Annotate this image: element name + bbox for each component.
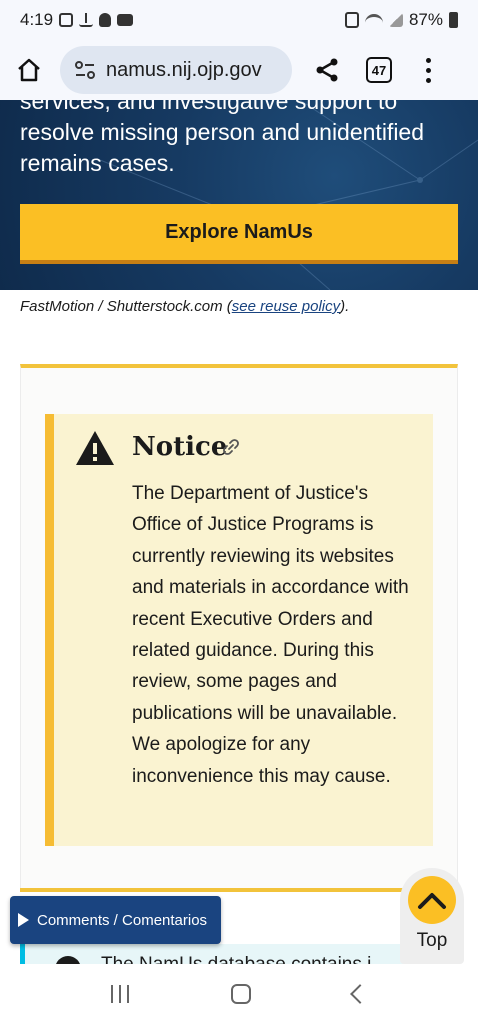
hero-text: services, and investigative support to r… xyxy=(20,100,425,176)
youtube-icon xyxy=(117,14,134,26)
image-credit: FastMotion / Shutterstock.com (see reuse… xyxy=(20,298,349,315)
battery-percent: 87% xyxy=(408,10,443,29)
url-text: namus.nij.ojp.gov xyxy=(106,58,262,81)
recents-line xyxy=(111,985,113,1003)
recents-line xyxy=(127,985,129,1003)
info-text: The NamUs database contains i xyxy=(101,954,401,964)
system-nav-bar xyxy=(0,964,478,1024)
wifi-icon xyxy=(364,14,383,26)
comments-button[interactable]: Comments / Comentarios xyxy=(10,896,221,944)
nfc-icon xyxy=(344,12,359,28)
explore-namus-button[interactable]: Explore NamUs xyxy=(20,204,458,264)
recents-button[interactable] xyxy=(111,985,129,1003)
battery-icon xyxy=(449,12,458,28)
top-circle xyxy=(408,876,456,924)
share-icon xyxy=(316,58,338,82)
comments-label: Comments / Comentarios xyxy=(37,911,208,929)
chevron-up-icon xyxy=(418,893,446,909)
notice-body: The Department of Justice's Office of Ju… xyxy=(132,483,409,787)
back-to-top-button[interactable]: Top xyxy=(400,868,464,964)
credit-suffix: ). xyxy=(340,298,350,315)
play-icon xyxy=(18,913,29,927)
menu-dot xyxy=(425,57,431,63)
page-content: services, and investigative support to r… xyxy=(0,100,478,964)
url-field[interactable]: namus.nij.ojp.gov xyxy=(60,46,292,94)
nav-back-button[interactable] xyxy=(350,984,370,1004)
home-icon xyxy=(18,58,40,82)
info-alert: The NamUs database contains i xyxy=(20,944,404,964)
instagram-icon xyxy=(59,13,74,27)
link-icon[interactable] xyxy=(222,438,240,456)
credit-prefix: FastMotion / Shutterstock.com ( xyxy=(20,298,232,315)
status-right: 87% xyxy=(344,10,458,30)
warning-icon xyxy=(76,431,114,465)
home-button[interactable] xyxy=(12,53,46,87)
status-time: 4:19 xyxy=(20,10,54,29)
app-notification-icon xyxy=(99,13,112,27)
reuse-policy-link[interactable]: see reuse policy xyxy=(232,298,340,315)
section-divider xyxy=(20,888,404,892)
notice-title: Notice xyxy=(132,432,228,462)
status-left: 4:19 xyxy=(20,10,134,30)
info-icon xyxy=(55,956,81,964)
browser-toolbar: namus.nij.ojp.gov 47 xyxy=(0,40,478,100)
hero-banner: services, and investigative support to r… xyxy=(0,100,478,290)
share-button[interactable] xyxy=(310,53,344,87)
recents-line xyxy=(119,985,121,1003)
notice-alert: Notice The Department of Justice's Offic… xyxy=(45,414,433,846)
signal-icon xyxy=(388,13,403,27)
download-icon xyxy=(79,13,94,27)
overflow-menu-button[interactable] xyxy=(418,53,438,87)
top-label: Top xyxy=(416,930,448,951)
status-bar: 4:19 87% xyxy=(0,0,478,40)
menu-dot xyxy=(425,77,431,83)
nav-home-button[interactable] xyxy=(231,984,251,1004)
tab-switcher-button[interactable]: 47 xyxy=(366,57,392,83)
site-settings-icon[interactable] xyxy=(74,60,96,80)
menu-dot xyxy=(425,67,431,73)
notice-card: Notice The Department of Justice's Offic… xyxy=(20,364,458,890)
